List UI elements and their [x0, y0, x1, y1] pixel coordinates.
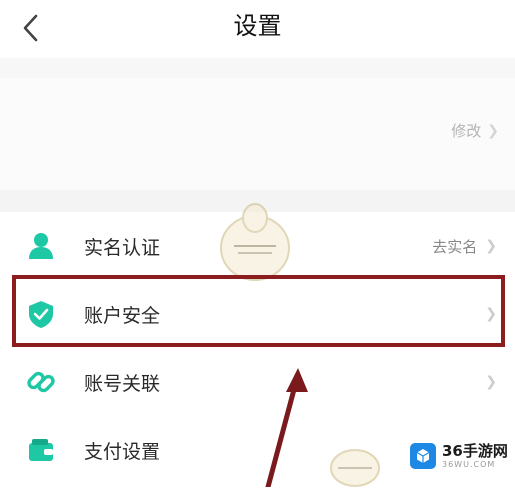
menu-item-label: 实名认证: [84, 236, 161, 259]
chevron-right-icon: ❯: [485, 306, 497, 322]
menu-item-payment-settings[interactable]: 支付设置: [0, 416, 515, 484]
top-nav-bar: 设置: [0, 0, 515, 58]
edit-label: 修改: [451, 122, 482, 140]
chevron-right-icon: ❯: [485, 374, 497, 390]
section-divider: [0, 58, 515, 78]
section-divider: [0, 190, 515, 212]
person-icon: [24, 229, 58, 263]
edit-profile-link[interactable]: 修改 ❯: [451, 120, 499, 141]
menu-item-real-name[interactable]: 实名认证 去实名 ❯: [0, 212, 515, 280]
link-icon: [24, 365, 58, 399]
wallet-icon: [24, 433, 58, 467]
menu-item-label: 账户安全: [84, 304, 161, 327]
chevron-right-icon: ❯: [485, 238, 497, 254]
menu-item-value: 去实名: [432, 237, 478, 256]
profile-card: 修改 ❯: [0, 78, 515, 190]
page-title: 设置: [233, 12, 282, 40]
menu-item-account-security[interactable]: 账户安全 ❯: [0, 280, 515, 348]
chevron-right-icon: ❯: [487, 122, 499, 139]
menu-item-account-link[interactable]: 账号关联 ❯: [0, 348, 515, 416]
shield-check-icon: [24, 297, 58, 331]
settings-menu: 实名认证 去实名 ❯ 账户安全 ❯ 账号关联 ❯ 支付设置: [0, 212, 515, 484]
menu-item-label: 账号关联: [84, 372, 161, 395]
menu-item-label: 支付设置: [84, 440, 161, 463]
